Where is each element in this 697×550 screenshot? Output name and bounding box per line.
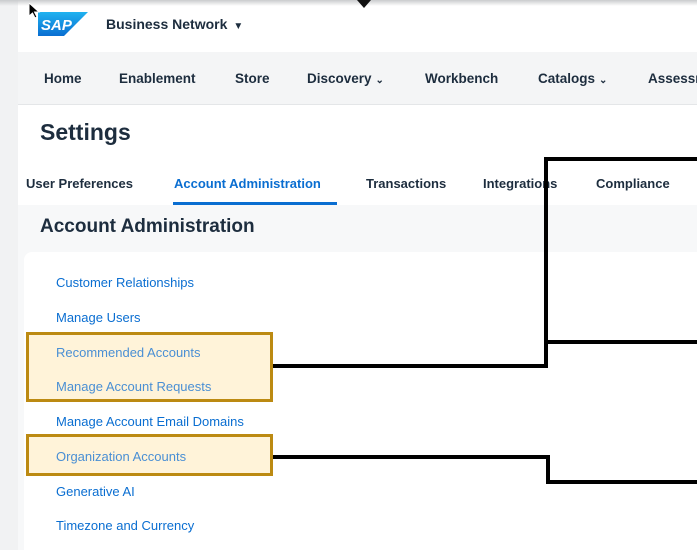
tab-label: User Preferences — [26, 176, 133, 191]
callout-line-2-bottom — [546, 480, 697, 484]
nav-label: Assessm — [648, 71, 697, 86]
cursor-icon — [29, 3, 41, 19]
app-dropdown-caret-icon: ▼ — [233, 21, 244, 32]
down-arrow-icon — [357, 0, 371, 8]
link-manage-account-email-domains[interactable]: Manage Account Email Domains — [56, 414, 244, 429]
tab-transactions[interactable]: Transactions — [366, 176, 446, 191]
nav-enablement[interactable]: Enablement — [119, 71, 196, 86]
nav-label: Catalogs — [538, 71, 596, 86]
callout-line-1-bottom — [544, 340, 697, 344]
tab-account-administration[interactable]: Account Administration — [174, 176, 321, 191]
link-recommended-accounts[interactable]: Recommended Accounts — [56, 345, 201, 360]
callout-line-1-top — [544, 157, 697, 161]
tab-compliance[interactable]: Compliance — [596, 176, 670, 191]
app-title-text: Business Network — [106, 16, 228, 32]
sap-logo[interactable]: SAP — [38, 12, 88, 36]
nav-home[interactable]: Home — [44, 71, 82, 86]
chevron-down-icon: ⌄ — [599, 75, 608, 86]
section-title: Account Administration — [40, 216, 255, 237]
callout-line-2-horizontal — [273, 455, 550, 459]
sap-logo-text: SAP — [41, 17, 73, 34]
nav-label: Discovery — [307, 71, 372, 86]
nav-label: Workbench — [425, 71, 499, 86]
link-manage-account-requests[interactable]: Manage Account Requests — [56, 379, 211, 394]
nav-discovery[interactable]: Discovery ⌄ — [307, 71, 384, 86]
nav-label: Home — [44, 71, 82, 86]
top-shadow — [0, 0, 697, 6]
app-title[interactable]: Business Network ▼ — [106, 16, 243, 32]
link-generative-ai[interactable]: Generative AI — [56, 484, 135, 499]
link-manage-users[interactable]: Manage Users — [56, 310, 141, 325]
tab-label: Transactions — [366, 176, 447, 191]
nav-label: Store — [235, 71, 270, 86]
link-customer-relationships[interactable]: Customer Relationships — [56, 275, 194, 290]
link-timezone-and-currency[interactable]: Timezone and Currency — [56, 518, 194, 533]
callout-line-1-horizontal — [273, 364, 548, 368]
active-tab-indicator — [173, 202, 337, 205]
main-nav: Home Enablement Store Discovery ⌄ Workben… — [18, 52, 697, 105]
nav-catalogs[interactable]: Catalogs ⌄ — [538, 71, 607, 86]
chevron-down-icon: ⌄ — [375, 75, 384, 86]
tab-label: Compliance — [596, 176, 670, 191]
nav-workbench[interactable]: Workbench — [425, 71, 498, 86]
link-organization-accounts[interactable]: Organization Accounts — [56, 449, 186, 464]
tab-label: Account Administration — [174, 176, 321, 191]
nav-label: Enablement — [119, 71, 196, 86]
nav-assessments[interactable]: Assessm — [648, 71, 697, 86]
tab-user-preferences[interactable]: User Preferences — [26, 176, 133, 191]
page-title: Settings — [40, 119, 131, 145]
callout-line-1-vertical — [544, 157, 548, 368]
nav-store[interactable]: Store — [235, 71, 270, 86]
